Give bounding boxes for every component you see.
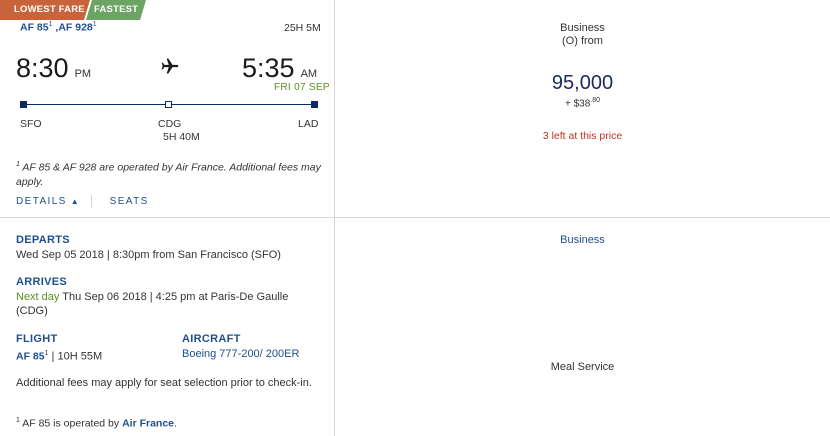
- fare-fee-amount: + $38: [564, 98, 591, 110]
- detail-flight-duration: | 10H 55M: [48, 350, 103, 363]
- arrival-date: FRI 07 SEP: [274, 82, 330, 93]
- departure-ampm: PM: [74, 68, 92, 80]
- arrival-time: 5:35: [242, 53, 295, 83]
- fare-points[interactable]: 95,000: [335, 72, 830, 95]
- aircraft-value[interactable]: Boeing 777-200/ 200ER: [182, 347, 299, 361]
- departs-label: DEPARTS: [16, 234, 70, 246]
- arrives-value: Next day Thu Sep 06 2018 | 4:25 pm at Pa…: [16, 290, 316, 318]
- seat-fee-note: Additional fees may apply for seat selec…: [16, 377, 312, 389]
- caret-up-icon: ▲: [70, 197, 79, 206]
- destination-airport: LAD: [298, 118, 319, 130]
- flight-number-2-footnote: 1: [92, 21, 97, 28]
- amenities-meal: Meal Service: [550, 361, 615, 373]
- badge-row: LOWEST FARE FASTEST: [0, 0, 146, 20]
- arrives-label: ARRIVES: [16, 276, 67, 288]
- fare-code: (O) from: [562, 35, 603, 47]
- operator-note: 1 AF 85 & AF 928 are operated by Air Fra…: [16, 158, 326, 189]
- detail-flight-number: AF 85: [16, 350, 45, 363]
- tab-details-label: DETAILS: [16, 196, 67, 207]
- departure-time: 8:30: [16, 53, 69, 83]
- operator-footnote-end: .: [174, 417, 177, 430]
- flight-label: FLIGHT: [16, 333, 58, 345]
- fastest-badge: FASTEST: [86, 0, 146, 20]
- fare-fees: + $38.80: [335, 97, 830, 109]
- flight-result-card: LOWEST FARE FASTEST AF 851 ,AF 9281 25H …: [0, 0, 830, 436]
- origin-marker: [20, 101, 27, 108]
- tab-details[interactable]: DETAILS ▲: [16, 196, 79, 207]
- fare-fee-cents: .80: [590, 97, 601, 104]
- layover-duration: 5H 40M: [163, 131, 200, 143]
- row-divider: [0, 217, 830, 218]
- flight-number-2: AF 928: [58, 21, 93, 34]
- departure-time-block: 8:30 PM: [16, 53, 91, 84]
- operator-footnote-text: AF 85 is operated by: [19, 417, 123, 430]
- tab-separator: [90, 195, 92, 208]
- arrival-ampm: AM: [300, 68, 318, 80]
- destination-marker: [311, 101, 318, 108]
- operator-footnote-airline[interactable]: Air France: [122, 418, 174, 430]
- arrives-next-day: Next day: [16, 291, 60, 303]
- connection-marker: [165, 101, 172, 108]
- flight-value: AF 851 | 10H 55M: [16, 347, 102, 364]
- lowest-fare-badge: LOWEST FARE: [0, 0, 90, 20]
- tab-seats[interactable]: SEATS: [110, 196, 149, 207]
- operator-note-text: AF 85 & AF 928 are operated by Air Franc…: [16, 161, 321, 188]
- fare-class-block[interactable]: Business (O) from: [335, 22, 830, 48]
- flight-number-1: AF 85: [20, 21, 49, 34]
- amenities-cabin: Business: [560, 234, 605, 246]
- arrival-time-block: 5:35 AM: [242, 53, 317, 84]
- connection-airport: CDG: [158, 118, 182, 130]
- airplane-icon: [161, 58, 179, 74]
- origin-airport: SFO: [20, 118, 42, 130]
- departs-value: Wed Sep 05 2018 | 8:30pm from San Franci…: [16, 249, 281, 261]
- detail-tabs: DETAILS ▲ SEATS: [16, 195, 149, 208]
- aircraft-label: AIRCRAFT: [182, 333, 241, 345]
- operator-footnote: 1 AF 85 is operated by Air France.: [16, 417, 177, 430]
- fare-cabin: Business: [560, 22, 605, 34]
- seats-left-alert: 3 left at this price: [542, 130, 623, 142]
- flight-numbers: AF 851 ,AF 9281: [20, 21, 97, 34]
- total-duration: 25H 5M: [284, 22, 321, 34]
